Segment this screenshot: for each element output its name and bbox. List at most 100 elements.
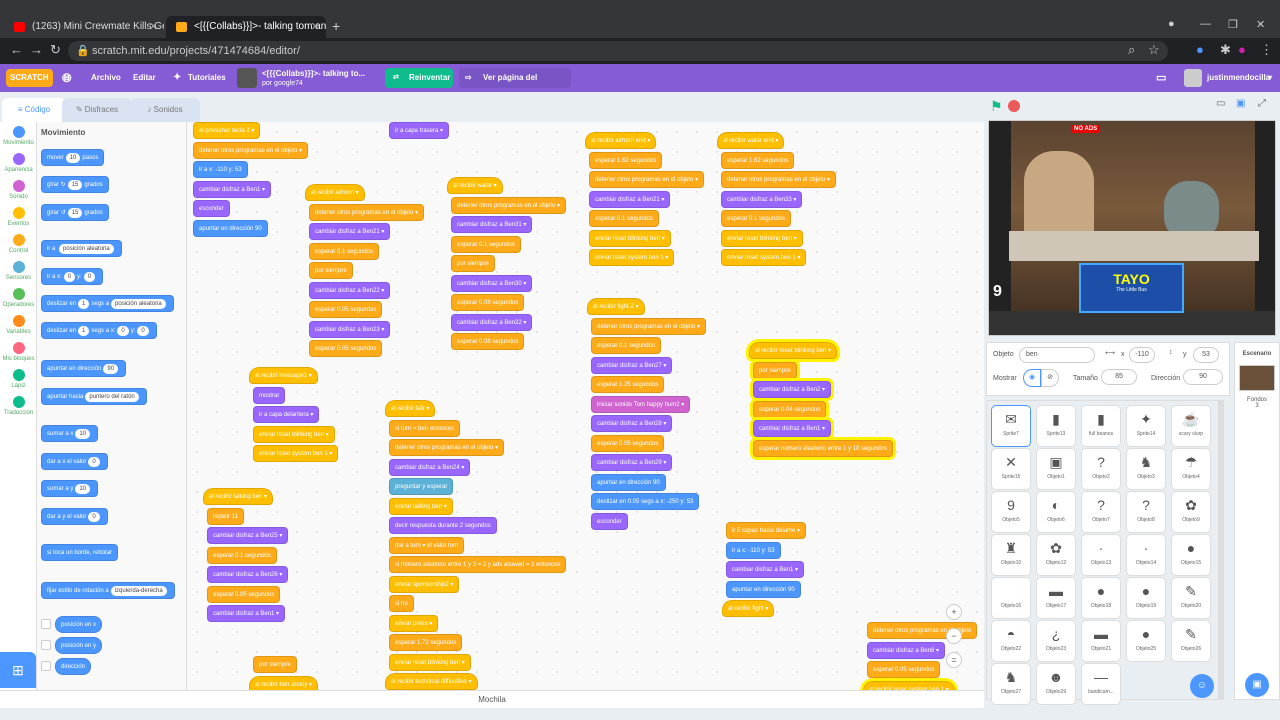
zoom-reset-button[interactable]: = — [946, 652, 962, 668]
maximize-icon[interactable]: ❐ — [1228, 18, 1238, 31]
block-input[interactable]: 0 — [88, 512, 100, 522]
sprite-list-scrollbar[interactable] — [1218, 400, 1224, 700]
script-block[interactable]: esperar 0.04 segundos — [753, 400, 827, 418]
block-sumar-y[interactable]: sumar a y 10 — [41, 480, 99, 497]
script-block[interactable]: preguntar y esperar — [389, 478, 454, 495]
script-block[interactable]: enviar reset system ben 1 ▾ — [589, 249, 675, 266]
script-block[interactable]: cambiar disfraz a Ben24 ▾ — [389, 458, 471, 476]
sprite-tile[interactable]: ? Objeto2 — [1081, 448, 1121, 490]
category-operadores[interactable]: Operadores — [0, 288, 37, 308]
script-block[interactable]: enviar talking ben ▾ — [389, 497, 453, 515]
number-9-icon[interactable]: 9 — [993, 283, 1002, 301]
stop-icon[interactable] — [1008, 100, 1020, 112]
script-block[interactable]: cambiar disfraz a Ben1 ▾ — [193, 180, 272, 198]
large-stage-icon[interactable]: ▣ — [1236, 98, 1245, 109]
stage-canvas[interactable]: NO ADS TAYO The Little Bus 9 — [988, 120, 1276, 336]
script-block[interactable]: al recibir talking ben ▾ — [203, 488, 274, 505]
block-si-toca-borde[interactable]: si toca un borde, rebotar — [41, 544, 119, 561]
script-block[interactable]: esperar 0.1 segundos — [591, 337, 662, 354]
close-tab-icon[interactable]: ✕ — [311, 16, 320, 38]
script-block[interactable]: ir a x: -110 y: 53 — [726, 541, 781, 559]
block-apuntar-dir[interactable]: apuntar en dirección 90 — [41, 360, 127, 377]
category-movimiento[interactable]: Movimiento — [0, 126, 37, 146]
script-block[interactable]: ir a x: -110 y: 53 — [193, 161, 248, 178]
script-block[interactable]: esperar 0.1 segundos — [451, 235, 522, 253]
sprite-tile[interactable]: ♞ Objeto3 — [1126, 448, 1166, 490]
block-dropdown[interactable]: posición aleatoria — [111, 299, 166, 309]
sprite-tile[interactable]: ✦ Sprite14 — [1126, 405, 1166, 447]
script-block[interactable]: al recibir ben annoy ▾ — [249, 675, 319, 690]
sprite-tile[interactable]: ♜ Objeto10 — [991, 534, 1031, 576]
direction-input[interactable]: 90 — [1183, 369, 1223, 385]
block-ir-a[interactable]: ir a posición aleatoria — [41, 240, 122, 257]
script-block[interactable]: cambiar disfraz a Ben1 ▾ — [207, 605, 286, 622]
small-stage-icon[interactable]: ▭ — [1216, 98, 1225, 109]
sprite-tile[interactable]: · Objeto14 — [1126, 534, 1166, 576]
x-input[interactable]: -110 — [1129, 347, 1155, 363]
menu-editar[interactable]: Editar — [133, 64, 156, 92]
script-block[interactable]: cambiar disfraz a Ben29 ▾ — [591, 454, 673, 471]
script-block[interactable]: dar a turn ▾ el valor tom — [389, 536, 465, 554]
script-block[interactable]: esperar 0.05 segundos — [309, 340, 383, 357]
reporter-pos-y[interactable]: posición en y — [55, 637, 103, 654]
script-block[interactable]: cambiar disfraz a Ben27 ▾ — [591, 356, 673, 374]
scratch-logo[interactable]: SCRATCH — [6, 69, 53, 87]
script-block[interactable]: enviar press ▾ — [389, 614, 439, 632]
script-block[interactable]: cambiar disfraz a Ben23 ▾ — [309, 320, 391, 338]
script-block[interactable]: detener otros programas en el objeto ▾ — [451, 196, 567, 214]
sprite-tile[interactable]: ☕ scary slurp — [1171, 405, 1211, 447]
block-sumar-x[interactable]: sumar a x 10 — [41, 425, 99, 442]
script-area[interactable]: al presionar tecla 2 ▾ detener otros prog… — [187, 122, 984, 690]
block-dar-y[interactable]: dar a y el valor 0 — [41, 508, 108, 525]
sprite-tile[interactable]: ¿ Objeto23 — [1036, 620, 1076, 662]
script-block[interactable]: enviar reset blinking ben ▾ — [589, 229, 671, 247]
script-block[interactable]: al presionar tecla 2 ▾ — [193, 122, 261, 139]
menu-archivo[interactable]: Archivo — [91, 64, 121, 92]
reload-icon[interactable]: ↻ — [50, 42, 61, 58]
sprite-tile[interactable]: ▮ Sprite13 — [1036, 405, 1076, 447]
block-girar-left[interactable]: girar ↺ 15 grados — [41, 204, 109, 221]
script-block[interactable]: detener otros programas en el objeto ▾ — [591, 317, 707, 335]
stage-thumbnail[interactable] — [1239, 365, 1275, 391]
script-block[interactable]: esperar 0.1 segundos — [721, 210, 792, 227]
bookmark-star-icon[interactable]: ☆ — [1148, 42, 1160, 58]
new-tab-icon[interactable]: + — [332, 18, 340, 34]
zoom-icon[interactable]: ⌕ — [1128, 42, 1135, 58]
sprite-tile[interactable]: Objeto16 — [991, 577, 1031, 619]
block-input[interactable]: 10 — [75, 484, 91, 494]
stage-target-panel[interactable]: Escenario Fondos 3 ▣ — [1234, 342, 1280, 700]
add-backdrop-button[interactable]: ▣ — [1245, 673, 1269, 697]
sprite-tile[interactable]: · Objeto13 — [1081, 534, 1121, 576]
block-input[interactable]: 1 — [78, 299, 90, 309]
zoom-in-button[interactable]: + — [946, 604, 962, 620]
script-block[interactable]: decir respuesta durante 2 segundos — [389, 517, 497, 534]
add-sprite-button[interactable]: ☺ — [1190, 674, 1214, 698]
script-block[interactable]: por siempre — [309, 262, 353, 279]
url-input[interactable]: 🔒 scratch.mit.edu/projects/471474684/edi… — [68, 41, 1168, 61]
script-block[interactable]: cambiar disfraz a Ben21 ▾ — [309, 223, 391, 240]
browser-tab-scratch[interactable]: <[{{Collabs}}]>- talking tom and ✕ — [166, 16, 326, 38]
script-block[interactable]: esperar número aleatorio entre 1 y 10 se… — [753, 439, 894, 457]
script-block[interactable]: repetir 11 — [207, 507, 244, 525]
script-block[interactable]: ir a capa trasera ▾ — [389, 122, 450, 139]
block-fijar-rotacion[interactable]: fijar estilo de rotación a izquierda-dere… — [41, 582, 175, 599]
script-block[interactable]: al recibir fight-2 ▾ — [587, 298, 645, 315]
tab-sounds[interactable]: ♪ Sonidos — [130, 98, 200, 122]
script-block[interactable]: al recibir water end ▾ — [717, 132, 785, 149]
reinventar-button[interactable]: ⇄ Reinventar — [385, 68, 453, 88]
script-block[interactable]: mostrar — [253, 386, 286, 404]
sprite-tile[interactable]: ✿ Objeto9 — [1171, 491, 1211, 533]
forward-icon[interactable]: → — [30, 42, 43, 57]
script-block[interactable]: cambiar disfraz a Ben33 ▾ — [721, 190, 803, 208]
script-block[interactable]: esperar 1.25 segundos — [591, 376, 665, 393]
script-block[interactable]: cambiar disfraz a Ben8 ▾ — [867, 641, 946, 659]
sprite-tile[interactable]: ▬ Objeto17 — [1036, 577, 1076, 619]
script-block[interactable]: enviar reset system ben 1 ▾ — [253, 445, 339, 462]
script-block[interactable]: al recibir airhorn ▾ — [305, 184, 365, 201]
extension-icon[interactable]: ● — [1196, 42, 1204, 57]
script-block[interactable]: cambiar disfraz a Ben32 ▾ — [451, 313, 533, 331]
hide-eye-icon[interactable]: ⊘ — [1041, 369, 1059, 387]
menu-tutoriales[interactable]: Tutoriales — [188, 64, 226, 92]
add-extension-button[interactable]: ⊞ — [0, 652, 36, 688]
script-block[interactable]: al recibir reset system ben 1 ▾ — [863, 680, 955, 690]
